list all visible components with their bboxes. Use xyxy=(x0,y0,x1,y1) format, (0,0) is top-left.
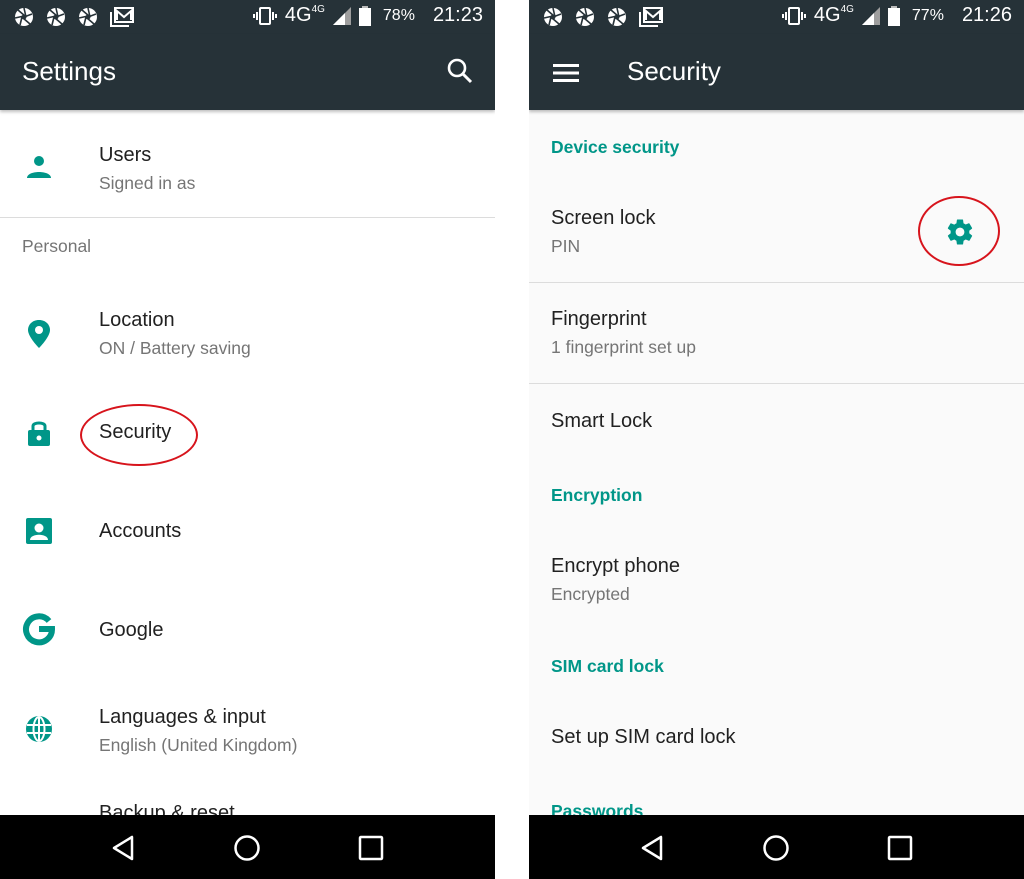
item-subtitle: PIN xyxy=(551,236,581,256)
aperture-icon xyxy=(14,7,33,26)
item-title: Encrypt phone xyxy=(551,555,680,577)
battery-icon xyxy=(358,5,371,26)
gmail-icon xyxy=(639,7,663,27)
security-item-encrypt-phone[interactable]: Encrypt phone Encrypted xyxy=(529,530,1024,630)
battery-percent: 77% xyxy=(911,6,944,24)
settings-item-users[interactable]: Users Signed in as xyxy=(0,110,495,218)
aperture-icon xyxy=(543,7,562,26)
signal-icon xyxy=(332,6,351,25)
aperture-icon xyxy=(46,7,65,26)
google-icon xyxy=(23,613,56,646)
section-header-sim-card-lock: SIM card lock xyxy=(551,656,664,676)
settings-item-location[interactable]: Location ON / Battery saving xyxy=(0,290,495,390)
recents-icon[interactable] xyxy=(884,832,916,864)
item-title: Smart Lock xyxy=(551,410,653,432)
clock: 21:23 xyxy=(432,4,483,26)
home-icon[interactable] xyxy=(231,832,263,864)
settings-item-google[interactable]: Google xyxy=(0,590,495,690)
settings-item-languages[interactable]: Languages & input English (United Kingdo… xyxy=(0,690,495,790)
gear-icon[interactable] xyxy=(945,217,975,247)
status-bar: 4G 4G 78% 21:23 xyxy=(0,0,495,34)
settings-item-security[interactable]: Security xyxy=(0,390,495,490)
item-subtitle: ON / Battery saving xyxy=(99,338,251,358)
item-title: Location xyxy=(99,309,175,331)
signal-icon xyxy=(861,6,880,25)
back-icon[interactable] xyxy=(637,832,669,864)
item-title: Accounts xyxy=(99,520,182,542)
security-item-smart-lock[interactable]: Smart Lock xyxy=(529,384,1024,458)
person-icon xyxy=(27,156,51,178)
section-header-personal: Personal xyxy=(22,236,92,256)
battery-icon xyxy=(887,5,900,26)
item-title: Languages & input xyxy=(99,706,266,728)
item-title: Backup & reset xyxy=(99,802,235,815)
item-title: Fingerprint xyxy=(551,308,647,330)
search-icon[interactable] xyxy=(445,56,475,86)
status-bar: 4G 4G 77% 21:26 xyxy=(529,0,1024,34)
item-subtitle: English (United Kingdom) xyxy=(99,735,298,755)
item-title: Google xyxy=(99,619,164,641)
divider xyxy=(0,217,495,218)
globe-icon xyxy=(26,716,52,742)
app-bar: Security xyxy=(529,34,1024,110)
item-title: Users xyxy=(99,144,152,166)
network-indicator: 4G 4G xyxy=(284,4,325,26)
item-subtitle: Encrypted xyxy=(551,584,630,604)
section-header-device-security: Device security xyxy=(551,137,680,157)
menu-icon[interactable] xyxy=(553,62,581,84)
page-title: Settings xyxy=(22,56,116,86)
app-bar: Settings xyxy=(0,34,495,110)
settings-item-accounts[interactable]: Accounts xyxy=(0,490,495,590)
security-item-fingerprint[interactable]: Fingerprint 1 fingerprint set up xyxy=(529,283,1024,383)
security-screen: 4G 4G 77% 21:26 Security Device security … xyxy=(529,0,1024,879)
gmail-icon xyxy=(110,7,134,27)
section-header-passwords: Passwords xyxy=(551,801,644,815)
item-subtitle: 1 fingerprint set up xyxy=(551,337,696,357)
aperture-icon xyxy=(607,7,626,26)
security-item-sim-lock[interactable]: Set up SIM card lock xyxy=(529,700,1024,780)
vibrate-icon xyxy=(781,6,806,25)
item-title: Set up SIM card lock xyxy=(551,726,736,748)
vibrate-icon xyxy=(252,6,277,25)
item-subtitle: Signed in as xyxy=(99,173,196,193)
navigation-bar xyxy=(0,815,495,879)
clock: 21:26 xyxy=(961,4,1012,26)
account-box-icon xyxy=(26,518,52,544)
aperture-icon xyxy=(78,7,97,26)
network-indicator: 4G 4G xyxy=(813,4,854,26)
settings-item-backup[interactable]: Backup & reset xyxy=(0,790,495,815)
lock-icon xyxy=(28,421,50,446)
section-header-encryption: Encryption xyxy=(551,485,643,505)
home-icon[interactable] xyxy=(760,832,792,864)
battery-percent: 78% xyxy=(382,6,415,24)
navigation-bar xyxy=(529,815,1024,879)
back-icon[interactable] xyxy=(108,832,140,864)
settings-list: Users Signed in as Personal Location ON … xyxy=(0,110,495,815)
location-pin-icon xyxy=(28,320,50,348)
item-title: Security xyxy=(99,421,172,443)
recents-icon[interactable] xyxy=(355,832,387,864)
settings-screen: 4G 4G 78% 21:23 Settings Users Signed in … xyxy=(0,0,495,879)
item-title: Screen lock xyxy=(551,207,656,229)
aperture-icon xyxy=(575,7,594,26)
security-list: Device security Screen lock PIN Fingerpr… xyxy=(529,110,1024,815)
page-title: Security xyxy=(627,56,721,86)
